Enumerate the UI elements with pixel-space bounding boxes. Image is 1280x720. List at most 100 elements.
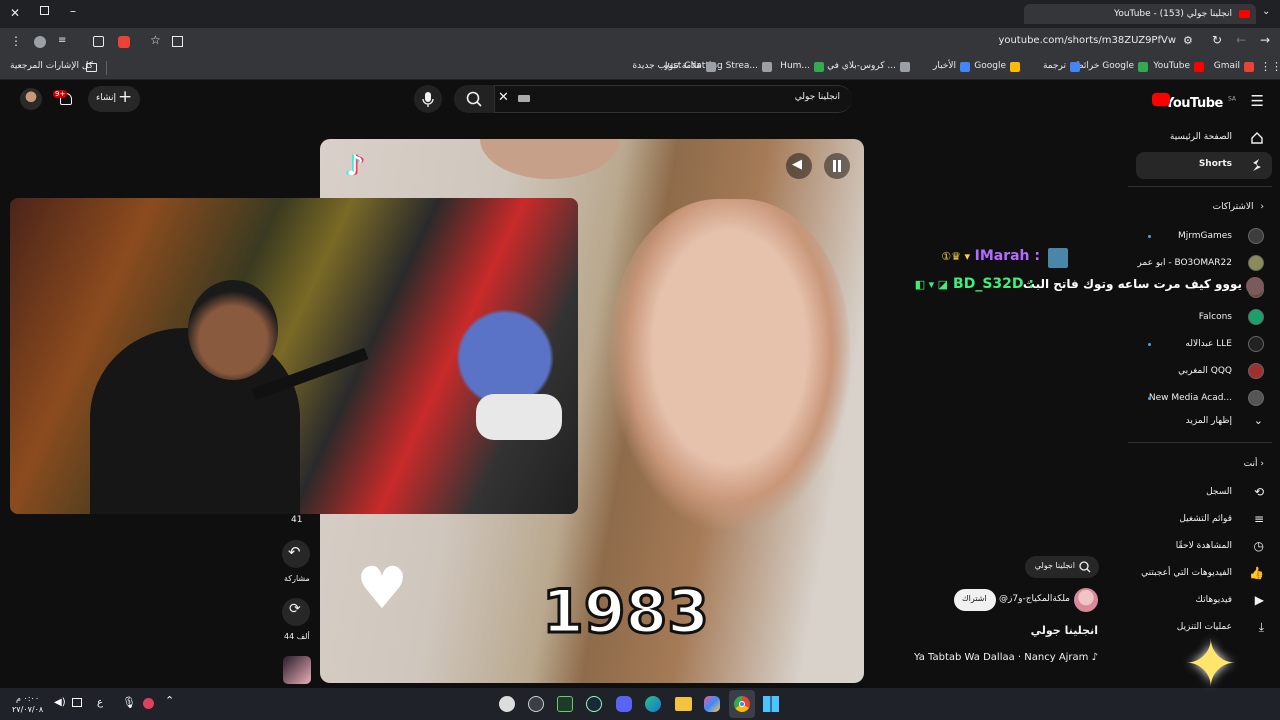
profile-extension-icon[interactable]	[118, 36, 130, 48]
sidebar-subscription[interactable]: MjrmGames	[1178, 231, 1232, 241]
mute-button[interactable]: ◀	[786, 153, 812, 179]
remix-button[interactable]: ⟳	[282, 598, 310, 626]
subscriptions-header[interactable]: الاشتراكات ›	[1213, 202, 1264, 212]
address-bar: ⋮ ≡ ☆ youtube.com/shorts/m38ZUZ9PfVw ⚙ ↻…	[0, 28, 1280, 56]
extension-icon[interactable]	[34, 36, 46, 48]
chevron-right-icon: ›	[1260, 202, 1264, 212]
notif-badge: 9+	[53, 90, 68, 98]
short-title: انجلينا جولي	[1030, 624, 1098, 637]
file-explorer-taskbar-icon[interactable]	[675, 697, 692, 711]
video-top-face	[480, 139, 620, 179]
youtube-logo[interactable]: YouTube SA	[1152, 92, 1236, 111]
sidebar-subscription[interactable]: المغربي QQQ	[1178, 366, 1232, 376]
youtube-favicon-icon	[1239, 10, 1250, 18]
show-hidden-icons[interactable]: ⌃	[165, 694, 174, 707]
xbox-taskbar-icon[interactable]	[557, 696, 573, 712]
sidebar-subscription[interactable]: Falcons	[1199, 312, 1232, 322]
sidebar-subscription[interactable]: ابو عمر - BO3OMAR22	[1137, 258, 1232, 268]
bookmark-item[interactable]: علامة تبويب جديدة	[632, 61, 702, 71]
network-tray-icon[interactable]	[72, 698, 82, 707]
bookmark-favicon-icon	[1138, 62, 1148, 72]
tab-search-icon[interactable]: ⌄	[1262, 6, 1270, 17]
sidebar-you-item[interactable]: الفيديوهات التي أعجبتني	[1141, 568, 1232, 578]
hamburger-menu-icon[interactable]: ☰	[1251, 92, 1264, 110]
apps-grid-icon[interactable]: ⋮⋮	[1260, 60, 1280, 73]
comment-count: 41	[291, 515, 303, 525]
account-avatar[interactable]	[20, 88, 42, 110]
app-tray-icon[interactable]	[143, 698, 154, 709]
media-icon[interactable]: ≡	[58, 35, 66, 46]
pause-button[interactable]	[824, 153, 850, 179]
bookmark-item[interactable]: خرائط Google	[1075, 61, 1134, 71]
input-language[interactable]: ع	[97, 697, 103, 708]
sidebar-you-item[interactable]: قوائم التشغيل	[1179, 514, 1232, 524]
create-button[interactable]: + إنشاء	[88, 86, 140, 112]
show-more-button[interactable]: إظهار المزيد	[1186, 416, 1232, 426]
menu-kebab-icon[interactable]: ⋮	[10, 34, 22, 48]
pause-icon	[833, 160, 836, 172]
sidebar-item-home[interactable]: الصفحة الرئيسية	[1170, 132, 1232, 142]
channel-avatar[interactable]	[1074, 588, 1098, 612]
sidebar-subscription[interactable]: New Media Acad...	[1149, 393, 1232, 403]
channel-name[interactable]: @ملكةالمكياج-و7ز	[999, 594, 1070, 604]
bookmark-item[interactable]: كروس-بلاي في ...	[827, 61, 896, 71]
your-videos-icon: ▶	[1254, 593, 1264, 607]
media-player-taskbar-icon[interactable]	[499, 696, 515, 712]
sidebar-you-item[interactable]: السجل	[1206, 487, 1232, 497]
voice-search-button[interactable]	[414, 85, 442, 113]
channel-avatar	[1248, 363, 1264, 379]
share-button[interactable]: ↶	[282, 540, 310, 568]
sound-thumbnail[interactable]	[283, 656, 311, 684]
clock[interactable]: ٠:٠٠ م ٢٧/٠٧/٠٨	[12, 693, 43, 715]
copilot-taskbar-icon[interactable]	[704, 696, 720, 712]
forward-icon[interactable]: ←	[1236, 33, 1246, 47]
subscribe-button[interactable]: اشتراك	[954, 589, 996, 611]
bookmark-favicon-icon	[706, 62, 716, 72]
steam-taskbar-icon[interactable]	[586, 696, 602, 712]
mic-tray-icon[interactable]: 🎙	[122, 696, 136, 709]
bookmark-item[interactable]: YouTube	[1153, 61, 1190, 71]
sidebar-you-item[interactable]: المشاهدة لاحقًا	[1176, 541, 1232, 551]
you-header[interactable]: أنت ›	[1244, 459, 1264, 469]
chevron-down-icon: ⌄	[1253, 414, 1263, 427]
reload-icon[interactable]: ↻	[1212, 33, 1222, 47]
clock-time: ٠:٠٠ م	[16, 694, 40, 703]
all-bookmarks-label[interactable]: كل الإشارات المرجعية	[10, 61, 93, 71]
bookmark-item[interactable]: Hum...	[780, 61, 810, 71]
tab-youtube[interactable]: YouTube - انجلينا جولي (153) ✕	[1024, 4, 1256, 24]
install-app-icon[interactable]	[172, 36, 183, 47]
search-button[interactable]	[454, 85, 494, 113]
window-minimize-icon[interactable]: –	[70, 4, 76, 18]
sidebar-subscription[interactable]: عبدالاله LLE	[1185, 339, 1232, 349]
url-text[interactable]: youtube.com/shorts/m38ZUZ9PfVw	[998, 35, 1176, 46]
music-line[interactable]: Ya Tabtab Wa Dallaa · Nancy Ajram ♪	[914, 652, 1098, 663]
back-icon[interactable]: →	[1260, 33, 1270, 47]
window-restore-icon[interactable]	[40, 6, 49, 15]
chat-avatar-1	[1048, 248, 1068, 268]
bookmark-item[interactable]: ترجمة	[1043, 61, 1066, 71]
bookmark-item[interactable]: الأخبار	[933, 61, 956, 71]
discord-taskbar-icon[interactable]	[616, 696, 632, 712]
site-settings-icon[interactable]: ⚙	[1183, 34, 1193, 47]
windows-start-icon[interactable]	[763, 696, 779, 712]
clear-search-icon[interactable]: ✕	[498, 90, 509, 105]
chat-user-2: BD_S32D :	[953, 276, 1034, 292]
bookmark-item[interactable]: Gmail	[1214, 61, 1240, 71]
steam-like-taskbar-icon[interactable]	[528, 696, 544, 712]
chrome-taskbar-active[interactable]	[729, 690, 755, 718]
search-input-value[interactable]: انجلينا جولي	[795, 92, 840, 102]
bookmark-item[interactable]: Google	[974, 61, 1006, 71]
extensions-puzzle-icon[interactable]	[93, 36, 104, 47]
bookmark-star-icon[interactable]: ☆	[150, 33, 161, 47]
video-face	[610, 199, 850, 529]
sidebar-you-item[interactable]: فيديوهاتك	[1196, 595, 1232, 605]
edge-taskbar-icon[interactable]	[645, 696, 661, 712]
share-arrow-icon: ↶	[288, 543, 301, 561]
window-close-icon[interactable]: ✕	[10, 6, 20, 20]
volume-tray-icon[interactable]: ◀)	[54, 697, 66, 708]
heart-sticker-icon: ♥	[356, 554, 408, 622]
search-tag-chip[interactable]: انجلينا جولي	[1025, 556, 1099, 578]
keyboard-icon[interactable]	[518, 95, 530, 102]
sidebar-shorts-label: Shorts	[1198, 159, 1232, 169]
notifications-button[interactable]: 9+	[53, 88, 78, 110]
